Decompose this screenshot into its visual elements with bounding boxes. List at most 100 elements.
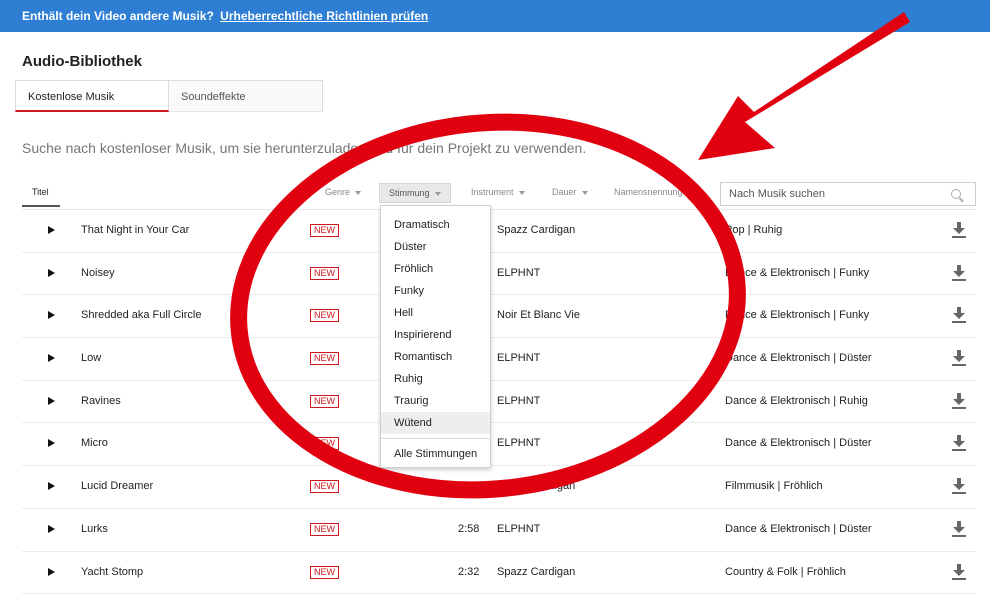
track-artist[interactable]: ELPHNT [497,352,540,364]
mood-option[interactable]: Ruhig [381,368,490,390]
new-badge: NEW [310,437,339,451]
download-icon[interactable] [952,307,966,324]
track-genre: Dance & Elektronisch | Funky [725,266,870,279]
track-artist[interactable]: ELPHNT [497,395,540,407]
track-artist[interactable]: Noir Et Blanc Vie [497,309,580,321]
annotation-arrow [698,12,910,160]
page-title: Audio-Bibliothek [22,53,142,70]
new-badge: NEW [310,309,339,323]
track-genre: Dance & Elektronisch | Funky [725,309,870,322]
filter-instrument-label: Instrument [471,187,514,197]
filter-instrument[interactable]: Instrument [471,187,525,197]
download-icon[interactable] [952,435,966,452]
track-artist[interactable]: Spazz Cardigan [497,224,575,236]
mood-option-highlighted[interactable]: Wütend [381,412,490,434]
filter-attribution[interactable]: Namensnennung [614,187,683,197]
play-icon[interactable] [48,311,55,320]
download-icon[interactable] [952,264,966,281]
track-artist[interactable]: Spazz Cardigan [497,480,575,492]
mood-option[interactable]: Düster [381,236,490,258]
dropdown-divider [381,438,490,439]
track-title: Micro [81,437,108,450]
filter-duration[interactable]: Dauer [552,187,588,197]
track-genre: Country & Folk | Fröhlich [725,565,846,578]
download-icon[interactable] [952,392,966,409]
track-title: Lucid Dreamer [81,480,154,493]
track-genre: Pop | Ruhig [725,224,783,236]
track-title: That Night in Your Car [81,224,190,236]
track-row[interactable]: Lucid Dreamer NEW Spazz Cardigan Filmmus… [22,466,976,509]
download-icon[interactable] [952,478,966,495]
tab-sound-effects[interactable]: Soundeffekte [169,80,323,112]
new-badge: NEW [310,522,339,536]
track-row[interactable]: Noisey NEW ELPHNT Dance & Elektronisch |… [22,253,976,296]
mood-dropdown-menu: Dramatisch Düster Fröhlich Funky Hell In… [380,205,491,468]
track-genre: Dance & Elektronisch | Düster [725,352,872,365]
search-input[interactable]: Nach Musik suchen [720,182,976,206]
caret-down-icon [434,191,441,196]
download-icon[interactable] [952,520,966,537]
play-icon[interactable] [48,226,55,234]
download-icon[interactable] [952,350,966,367]
mood-option-all[interactable]: Alle Stimmungen [381,443,490,465]
filter-title-tab[interactable]: Titel [22,187,60,207]
search-icon[interactable] [951,189,961,199]
play-icon[interactable] [48,354,55,363]
track-artist[interactable]: ELPHNT [497,523,540,535]
track-title: Noisey [81,266,115,279]
track-genre: Filmmusik | Fröhlich [725,480,823,493]
mood-option[interactable]: Traurig [381,390,490,412]
track-artist[interactable]: Spazz Cardigan [497,566,575,578]
track-row[interactable]: Micro NEW ELPHNT Dance & Elektronisch | … [22,423,976,467]
copyright-banner: Enthält dein Video andere Musik? Urheber… [0,0,990,32]
new-badge: NEW [310,224,339,237]
caret-down-icon [518,190,525,195]
track-row[interactable]: Shredded aka Full Circle NEW Noir Et Bla… [22,295,976,339]
play-icon[interactable] [48,567,55,576]
play-icon[interactable] [48,482,55,491]
filter-attribution-label: Namensnennung [614,187,683,197]
track-row[interactable]: That Night in Your Car NEW Spazz Cardiga… [22,210,976,253]
new-badge: NEW [310,480,339,494]
download-icon[interactable] [952,563,966,580]
filter-duration-label: Dauer [552,187,577,197]
banner-policy-link[interactable]: Urheberrechtliche Richtlinien prüfen [220,9,428,23]
download-icon[interactable] [952,222,966,238]
track-genre: Dance & Elektronisch | Düster [725,437,872,450]
search-placeholder: Nach Musik suchen [729,188,825,200]
filter-mood[interactable]: Stimmung [379,183,451,203]
play-icon[interactable] [48,268,55,277]
caret-down-icon [355,190,362,195]
mood-option[interactable]: Fröhlich [381,258,490,280]
track-row[interactable]: Yacht Stomp NEW 2:32 Spazz Cardigan Coun… [22,552,976,594]
play-icon[interactable] [48,439,55,448]
filter-bar: Titel Genre Stimmung Instrument Dauer Na… [22,182,976,210]
new-badge: NEW [310,266,339,280]
track-genre: Dance & Elektronisch | Ruhig [725,394,868,407]
play-icon[interactable] [48,524,55,533]
track-row[interactable]: Low NEW ELPHNT Dance & Elektronisch | Dü… [22,338,976,381]
track-row[interactable]: Lurks NEW 2:58 ELPHNT Dance & Elektronis… [22,509,976,552]
mood-option[interactable]: Hell [381,302,490,324]
track-title: Yacht Stomp [81,565,144,578]
track-title: Low [81,352,102,365]
filter-genre[interactable]: Genre [325,187,362,197]
track-artist[interactable]: ELPHNT [497,267,540,279]
mood-option[interactable]: Inspirierend [381,324,490,346]
track-row[interactable]: Ravines NEW ELPHNT Dance & Elektronisch … [22,381,976,424]
filter-genre-label: Genre [325,187,351,197]
new-badge: NEW [310,394,339,408]
track-duration: 2:58 [458,522,480,535]
mood-option[interactable]: Romantisch [381,346,490,368]
tab-free-music[interactable]: Kostenlose Musik [15,80,169,112]
track-title: Ravines [81,394,121,407]
new-badge: NEW [310,565,339,579]
track-genre: Dance & Elektronisch | Düster [725,522,872,535]
banner-text: Enthält dein Video andere Musik? [22,9,214,23]
mood-option[interactable]: Dramatisch [381,214,490,236]
play-icon[interactable] [48,396,55,405]
mood-option[interactable]: Funky [381,280,490,302]
track-artist[interactable]: ELPHNT [497,437,540,449]
filter-mood-label: Stimmung [389,188,430,198]
library-tabs: Kostenlose Musik Soundeffekte [15,80,323,112]
